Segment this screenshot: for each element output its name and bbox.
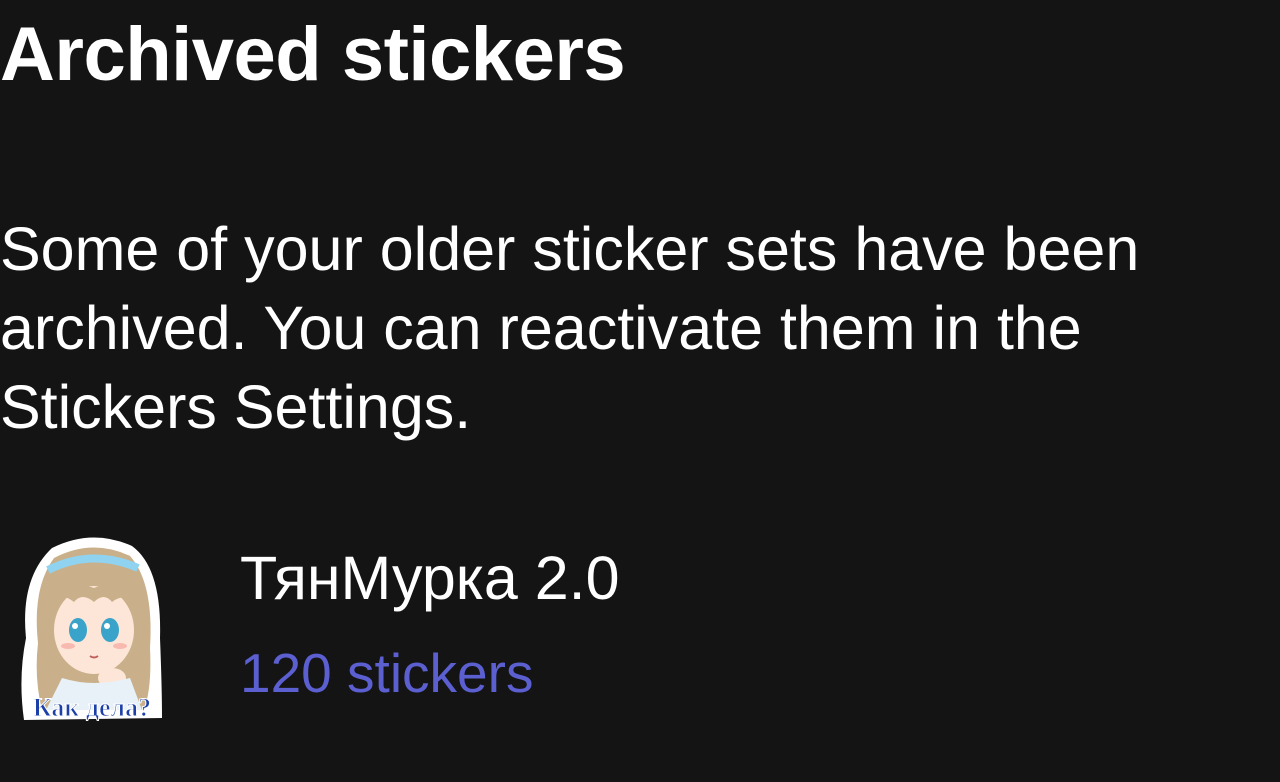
dialog-title: Archived stickers (0, 12, 626, 97)
sticker-set-row[interactable]: Как дела? ТянМурка 2.0 120 stickers (0, 520, 1280, 740)
dialog-message: Some of your older sticker sets have bee… (0, 215, 1140, 441)
archived-stickers-dialog: Archived stickers Some of your older sti… (0, 0, 1280, 782)
sticker-set-count: 120 stickers (240, 642, 534, 704)
sticker-thumbnail: Как дела? (21, 537, 162, 723)
sticker-set-name: ТянМурка 2.0 (240, 544, 620, 612)
sticker-caption-text: Как дела? (33, 693, 151, 722)
